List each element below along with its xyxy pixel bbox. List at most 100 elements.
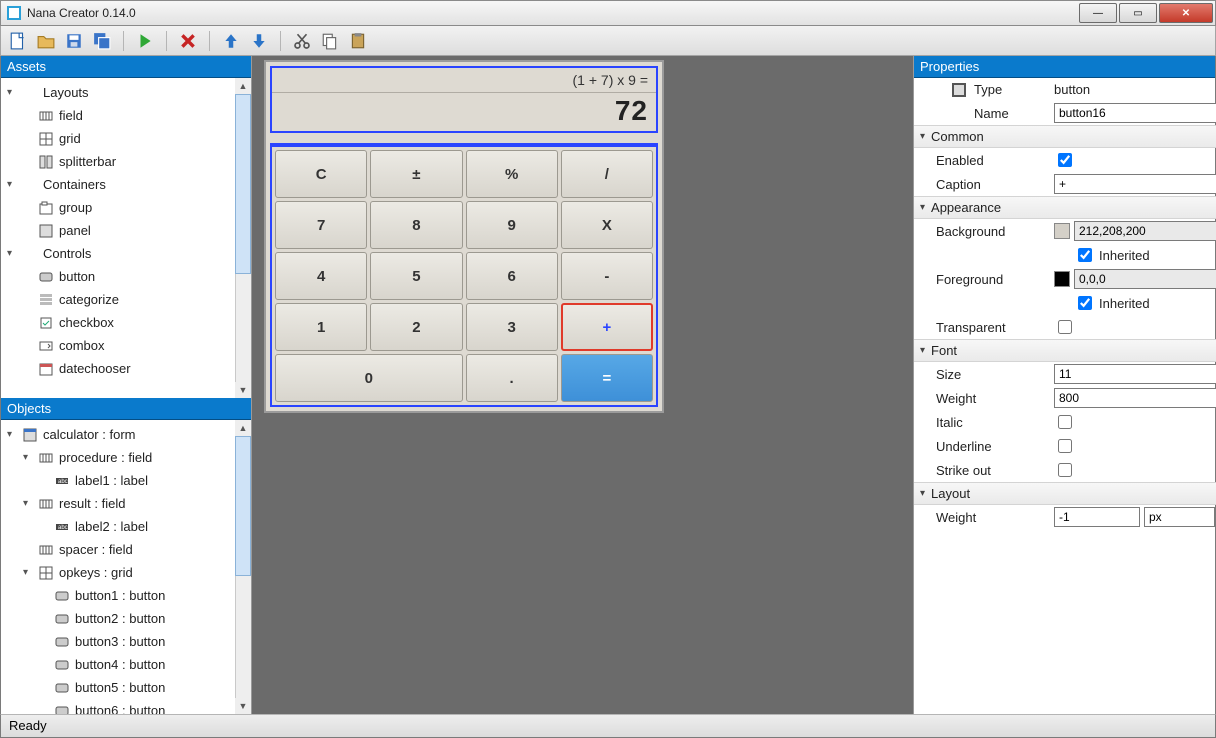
prop-underline-checkbox[interactable] — [1058, 439, 1072, 453]
tree-item[interactable]: ▾Layouts — [5, 81, 235, 104]
calc-key-sym[interactable]: / — [561, 150, 653, 198]
scroll-thumb[interactable] — [235, 94, 251, 274]
expand-arrow-icon[interactable]: ▾ — [7, 87, 17, 98]
save-icon[interactable] — [65, 32, 83, 50]
minimize-button[interactable]: — — [1079, 3, 1117, 23]
calc-key-8[interactable]: 8 — [370, 201, 462, 249]
paste-icon[interactable] — [349, 32, 367, 50]
calc-key-X[interactable]: X — [561, 201, 653, 249]
calc-key-sym[interactable]: % — [466, 150, 558, 198]
tree-item[interactable]: abclabel2 : label — [5, 515, 235, 538]
tree-item[interactable]: button6 : button — [5, 699, 235, 714]
chevron-down-icon[interactable]: ▾ — [920, 488, 925, 499]
prop-fontsize-input[interactable] — [1054, 364, 1216, 384]
calc-key-sym[interactable]: . — [466, 354, 558, 402]
prop-name-input[interactable] — [1054, 103, 1216, 123]
calc-key-3[interactable]: 3 — [466, 303, 558, 351]
prop-foreground-input[interactable] — [1074, 269, 1216, 289]
prop-caption-input[interactable] — [1054, 174, 1216, 194]
bg-color-swatch[interactable] — [1054, 223, 1070, 239]
open-folder-icon[interactable] — [37, 32, 55, 50]
scrollbar[interactable]: ▲ ▼ — [235, 420, 251, 714]
prop-transparent-checkbox[interactable] — [1058, 320, 1072, 334]
tree-item[interactable]: spacer : field — [5, 538, 235, 561]
expand-arrow-icon[interactable]: ▾ — [23, 567, 33, 578]
calc-key-4[interactable]: 4 — [275, 252, 367, 300]
copy-icon[interactable] — [321, 32, 339, 50]
prop-background-input[interactable] — [1074, 221, 1216, 241]
prop-enabled-checkbox[interactable] — [1058, 153, 1072, 167]
calc-key-1[interactable]: 1 — [275, 303, 367, 351]
calc-key-sym[interactable]: + — [561, 303, 653, 351]
tree-item[interactable]: group — [5, 196, 235, 219]
tree-item[interactable]: ▾result : field — [5, 492, 235, 515]
tree-item[interactable]: ▾opkeys : grid — [5, 561, 235, 584]
chevron-down-icon[interactable]: ▾ — [920, 202, 925, 213]
chevron-down-icon[interactable]: ▾ — [920, 345, 925, 356]
move-up-icon[interactable] — [222, 32, 240, 50]
scrollbar[interactable]: ▲ ▼ — [235, 78, 251, 398]
prop-fg-inherited-checkbox[interactable] — [1078, 296, 1092, 310]
tree-item[interactable]: datechooser — [5, 357, 235, 380]
scroll-up-icon[interactable]: ▲ — [235, 420, 251, 436]
scroll-down-icon[interactable]: ▼ — [235, 382, 251, 398]
scroll-down-icon[interactable]: ▼ — [235, 698, 251, 714]
prop-italic-checkbox[interactable] — [1058, 415, 1072, 429]
expand-arrow-icon[interactable]: ▾ — [23, 498, 33, 509]
expand-arrow-icon[interactable]: ▾ — [23, 452, 33, 463]
tree-item[interactable]: button3 : button — [5, 630, 235, 653]
design-canvas[interactable]: (1 + 7) x 9 = 72 C±%/789X456-123+0.= — [252, 56, 913, 714]
calc-key-C[interactable]: C — [275, 150, 367, 198]
tree-item[interactable]: button1 : button — [5, 584, 235, 607]
calc-key-7[interactable]: 7 — [275, 201, 367, 249]
calc-key-sym[interactable]: ± — [370, 150, 462, 198]
calc-key-2[interactable]: 2 — [370, 303, 462, 351]
tree-item[interactable]: ▾Containers — [5, 173, 235, 196]
new-file-icon[interactable] — [9, 32, 27, 50]
run-icon[interactable] — [136, 32, 154, 50]
tree-item[interactable]: ▾procedure : field — [5, 446, 235, 469]
fg-color-swatch[interactable] — [1054, 271, 1070, 287]
tree-item[interactable]: combox — [5, 334, 235, 357]
calc-key-sym[interactable]: = — [561, 354, 653, 402]
prop-bg-inherited-checkbox[interactable] — [1078, 248, 1092, 262]
field-icon — [39, 109, 53, 123]
close-button[interactable]: ✕ — [1159, 3, 1213, 23]
move-down-icon[interactable] — [250, 32, 268, 50]
calc-key-sym[interactable]: - — [561, 252, 653, 300]
tree-item[interactable]: field — [5, 104, 235, 127]
tree-item[interactable]: checkbox — [5, 311, 235, 334]
tree-item[interactable]: ▾calculator : form — [5, 423, 235, 446]
calc-key-9[interactable]: 9 — [466, 201, 558, 249]
delete-icon[interactable] — [179, 32, 197, 50]
tree-item[interactable]: abclabel1 : label — [5, 469, 235, 492]
tree-item[interactable]: button5 : button — [5, 676, 235, 699]
tree-item[interactable]: splitterbar — [5, 150, 235, 173]
calculator-form[interactable]: (1 + 7) x 9 = 72 C±%/789X456-123+0.= — [264, 60, 664, 413]
tree-item[interactable]: categorize — [5, 288, 235, 311]
tree-item[interactable]: button — [5, 265, 235, 288]
tree-item[interactable]: grid — [5, 127, 235, 150]
save-all-icon[interactable] — [93, 32, 111, 50]
chevron-down-icon[interactable]: ▾ — [920, 131, 925, 142]
tree-item[interactable]: panel — [5, 219, 235, 242]
maximize-button[interactable]: ▭ — [1119, 3, 1157, 23]
tree-item[interactable]: ▾Controls — [5, 242, 235, 265]
assets-tree[interactable]: ▾Layoutsfieldgridsplitterbar▾Containersg… — [1, 78, 235, 383]
expand-arrow-icon[interactable]: ▾ — [7, 179, 17, 190]
cut-icon[interactable] — [293, 32, 311, 50]
prop-layout-weight-input[interactable] — [1054, 507, 1140, 527]
calc-key-0[interactable]: 0 — [275, 354, 463, 402]
expand-arrow-icon[interactable]: ▾ — [7, 429, 17, 440]
tree-item[interactable]: button4 : button — [5, 653, 235, 676]
calc-key-5[interactable]: 5 — [370, 252, 462, 300]
scroll-thumb[interactable] — [235, 436, 251, 576]
prop-layout-weight-unit[interactable] — [1144, 507, 1215, 527]
prop-strikeout-checkbox[interactable] — [1058, 463, 1072, 477]
expand-arrow-icon[interactable]: ▾ — [7, 248, 17, 259]
calc-key-6[interactable]: 6 — [466, 252, 558, 300]
scroll-up-icon[interactable]: ▲ — [235, 78, 251, 94]
prop-fontweight-input[interactable] — [1054, 388, 1216, 408]
objects-tree[interactable]: ▾calculator : form▾procedure : fieldabcl… — [1, 420, 235, 714]
tree-item[interactable]: button2 : button — [5, 607, 235, 630]
